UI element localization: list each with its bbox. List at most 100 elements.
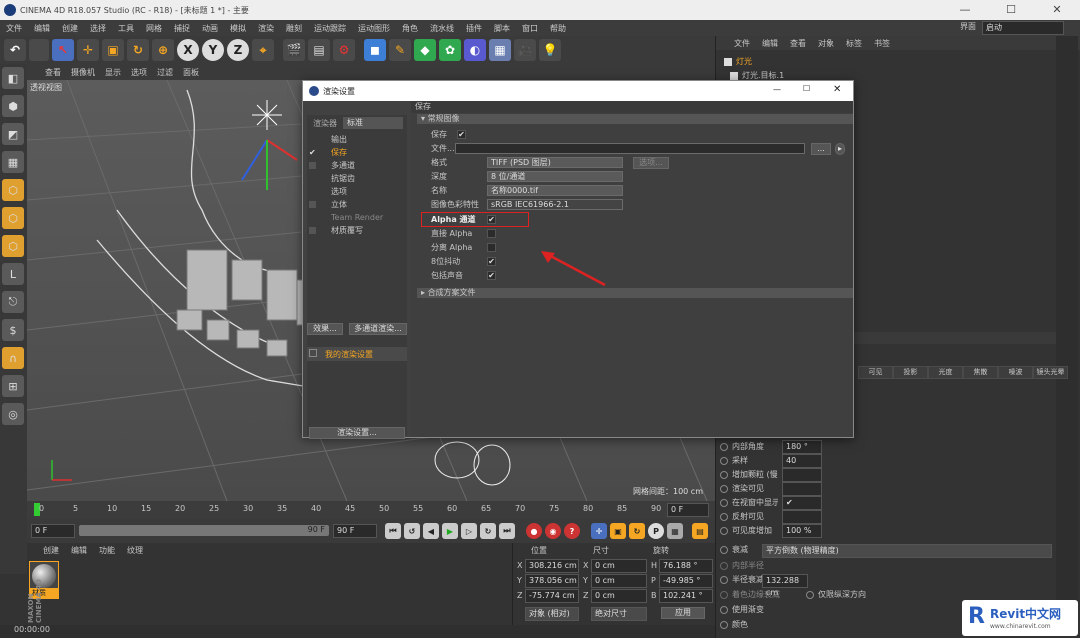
play-icon[interactable]: ▶ [442, 523, 458, 539]
menu-item[interactable]: 文件 [6, 23, 22, 34]
rotation-key-icon[interactable]: ↻ [629, 523, 645, 539]
composition-header[interactable]: ▸ 合成方案文件 [417, 288, 853, 298]
attribute-value[interactable]: ✔ [782, 495, 822, 510]
right-side-tabs[interactable] [1056, 36, 1078, 636]
range-slider[interactable]: 90 F [79, 525, 329, 536]
nav-checkbox-icon[interactable] [309, 201, 316, 208]
make-editable-icon[interactable]: ◧ [2, 67, 24, 89]
end-frame-field[interactable]: 90 F [333, 524, 377, 538]
rotation-field[interactable]: 102.241 ° [659, 589, 713, 603]
nav-item[interactable]: 选项 [307, 185, 407, 198]
browse-button[interactable]: ... [811, 143, 831, 155]
close-button[interactable]: ✕ [1034, 0, 1080, 20]
texture-mode-icon[interactable]: ◩ [2, 123, 24, 145]
attribute-tab[interactable]: 投影 [893, 366, 928, 379]
minimize-button[interactable]: — [942, 0, 988, 20]
viewport-menu-item[interactable]: 面板 [183, 67, 199, 78]
prev-key-icon[interactable]: ↺ [404, 523, 420, 539]
viewport-menu-item[interactable]: 选项 [131, 67, 147, 78]
parameter-key-icon[interactable]: P [648, 523, 664, 539]
scale-tool-button[interactable]: ▣ [102, 39, 124, 61]
gradient-radio[interactable] [720, 605, 728, 614]
attribute-radio[interactable] [720, 456, 728, 465]
options-button[interactable]: 选项... [633, 157, 669, 169]
file-path-field[interactable] [455, 143, 805, 154]
attribute-tab[interactable]: 可见 [858, 366, 893, 379]
size-field[interactable]: 0 cm [591, 589, 647, 603]
attribute-tab[interactable]: 光度 [928, 366, 963, 379]
maximize-button[interactable]: ☐ [988, 0, 1034, 20]
distance-radio[interactable] [806, 590, 814, 599]
attribute-tab[interactable]: 焦散 [963, 366, 998, 379]
material-menu-item[interactable]: 编辑 [71, 545, 87, 556]
straight-alpha-checkbox[interactable] [487, 229, 496, 238]
recent-tool-button[interactable]: ⊕ [152, 39, 174, 61]
cube-button[interactable]: ◼ [364, 39, 386, 61]
menu-item[interactable]: 运动跟踪 [314, 23, 346, 34]
nav-check-icon[interactable]: ✔ [309, 146, 316, 159]
object-item-light[interactable]: 灯光 [724, 56, 752, 67]
viewport-menu-item[interactable]: 显示 [105, 67, 121, 78]
name-select[interactable]: 名称0000.tif [487, 185, 623, 196]
attribute-radio[interactable] [720, 470, 728, 479]
points-mode-icon[interactable]: ⬡ [2, 179, 24, 201]
object-menu-item[interactable]: 查看 [790, 38, 806, 49]
rotation-field[interactable]: -49.985 ° [659, 574, 713, 588]
menu-item[interactable]: 创建 [62, 23, 78, 34]
keyframe-selection-icon[interactable]: ? [564, 523, 580, 539]
inner-radius-radio[interactable] [720, 561, 728, 570]
attribute-value[interactable] [782, 467, 822, 482]
workplane-icon[interactable]: ▦ [2, 151, 24, 173]
attribute-value[interactable]: 180 ° [782, 439, 822, 454]
edges-mode-icon[interactable]: ⬡ [2, 207, 24, 229]
menu-item[interactable]: 窗口 [522, 23, 538, 34]
size-mode-select[interactable]: 绝对尺寸 [591, 607, 647, 621]
attribute-radio[interactable] [720, 442, 728, 451]
material-menu-item[interactable]: 创建 [43, 545, 59, 556]
color-radio[interactable] [720, 620, 728, 629]
apply-button[interactable]: 应用 [661, 607, 705, 619]
camera-button[interactable]: 🎥 [514, 39, 536, 61]
alpha-checkbox[interactable]: ✔ [487, 215, 496, 224]
menu-item[interactable]: 模拟 [230, 23, 246, 34]
scale-key-icon[interactable]: ▣ [610, 523, 626, 539]
material-menu-item[interactable]: 功能 [99, 545, 115, 556]
magnet-icon[interactable]: ∩ [2, 347, 24, 369]
snap-icon[interactable]: $ [2, 319, 24, 341]
separate-alpha-checkbox[interactable] [487, 243, 496, 252]
sound-checkbox[interactable]: ✔ [487, 271, 496, 280]
model-mode-icon[interactable]: ⬢ [2, 95, 24, 117]
nav-item[interactable]: 材质覆写 [307, 224, 407, 237]
renderer-select[interactable]: 标准 [343, 117, 403, 129]
menu-item[interactable]: 动画 [202, 23, 218, 34]
z-axis-button[interactable]: Z [227, 39, 249, 61]
tweak-mode-icon[interactable]: ⎋ [2, 291, 24, 313]
viewport-menu-item[interactable]: 查看 [45, 67, 61, 78]
format-select[interactable]: TIFF (PSD 图层) [487, 157, 623, 168]
file-options-arrow-icon[interactable]: ▸ [835, 143, 845, 155]
menu-item[interactable]: 渲染 [258, 23, 274, 34]
preset-expand-icon[interactable] [309, 349, 317, 357]
menu-item[interactable]: 雕刻 [286, 23, 302, 34]
nav-checkbox-icon[interactable] [309, 227, 316, 234]
nav-item[interactable]: ✔ 保存 [307, 146, 407, 159]
auto-key-icon[interactable]: ◉ [545, 523, 561, 539]
decay-select[interactable]: 平方倒数 (物理精度) [762, 544, 1052, 558]
decay-radio[interactable] [720, 545, 728, 554]
planar-workplane-icon[interactable]: ◎ [2, 403, 24, 425]
menu-item[interactable]: 帮助 [550, 23, 566, 34]
nav-item[interactable]: Team Render [307, 211, 407, 224]
preset-item[interactable]: 我的渲染设置 [307, 347, 407, 361]
dialog-maximize-button[interactable]: ☐ [803, 84, 810, 93]
dialog-close-button[interactable]: ✕ [833, 84, 841, 95]
position-key-icon[interactable]: ✛ [591, 523, 607, 539]
object-menu-item[interactable]: 书签 [874, 38, 890, 49]
object-menu-item[interactable]: 编辑 [762, 38, 778, 49]
y-axis-button[interactable]: Y [202, 39, 224, 61]
position-field[interactable]: 378.056 cm [525, 574, 579, 588]
position-field[interactable]: 308.216 cm [525, 559, 579, 573]
menu-item[interactable]: 编辑 [34, 23, 50, 34]
attribute-radio[interactable] [720, 484, 728, 493]
next-key-icon[interactable]: ↻ [480, 523, 496, 539]
menu-item[interactable]: 网格 [146, 23, 162, 34]
